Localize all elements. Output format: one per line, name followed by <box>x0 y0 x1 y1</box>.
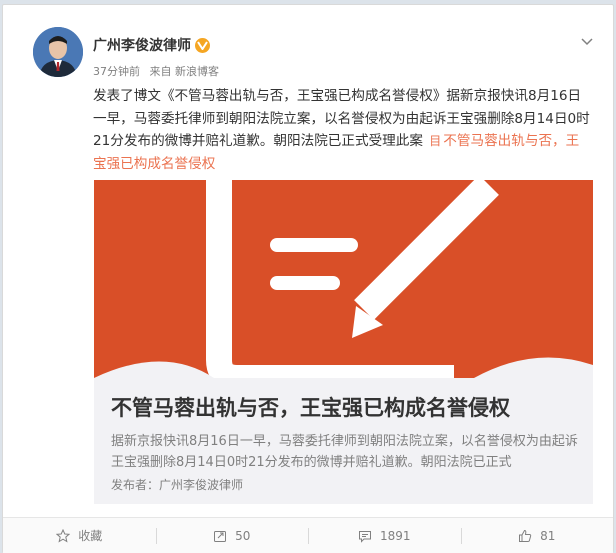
article-cover-image <box>94 180 593 378</box>
comment-button[interactable]: 1891 <box>308 518 461 553</box>
post-meta: 37分钟前 来自 新浪博客 <box>93 63 225 79</box>
comment-count: 1891 <box>379 528 411 543</box>
post-time[interactable]: 37分钟前 <box>93 65 140 78</box>
preview-author: 发布者：广州李俊波律师 <box>111 478 244 492</box>
repost-count: 50 <box>235 528 251 543</box>
like-button[interactable]: 81 <box>460 518 614 553</box>
article-preview-card[interactable]: 不管马蓉出轨与否，王宝强已构成名誉侵权 据新京报快讯8月16日一早，马蓉委托律师… <box>94 180 593 504</box>
article-link-icon: 目 <box>429 134 442 148</box>
comment-icon <box>358 530 371 543</box>
repost-button[interactable]: 50 <box>155 518 309 553</box>
action-bar: 收藏 50 1891 81 <box>3 517 613 553</box>
favorite-label: 收藏 <box>78 529 103 543</box>
avatar-photo <box>33 27 83 77</box>
weibo-post-card: 广州李俊波律师 37分钟前 来自 新浪博客 发表了博文《不管马蓉出轨与否，王宝强… <box>2 4 614 553</box>
post-text: 发表了博文《不管马蓉出轨与否，王宝强已构成名誉侵权》据新京报快讯8月16日一早，… <box>93 85 591 175</box>
v-badge-icon <box>195 37 210 53</box>
avatar[interactable] <box>33 27 83 77</box>
repost-icon <box>214 530 227 542</box>
post-source: 来自 新浪博客 <box>149 65 220 78</box>
chevron-down-icon[interactable] <box>579 33 595 49</box>
author-name[interactable]: 广州李俊波律师 <box>93 35 191 55</box>
favorite-button[interactable]: 收藏 <box>3 518 156 553</box>
like-count: 81 <box>540 528 556 543</box>
preview-title: 不管马蓉出轨与否，王宝强已构成名誉侵权 <box>111 396 510 420</box>
star-icon <box>56 528 71 543</box>
author-name-row: 广州李俊波律师 <box>93 35 210 55</box>
preview-description: 据新京报快讯8月16日一早，马蓉委托律师到朝阳法院立案，以名誉侵权为由起诉王宝强… <box>111 434 578 470</box>
thumbs-up-icon <box>519 529 532 542</box>
